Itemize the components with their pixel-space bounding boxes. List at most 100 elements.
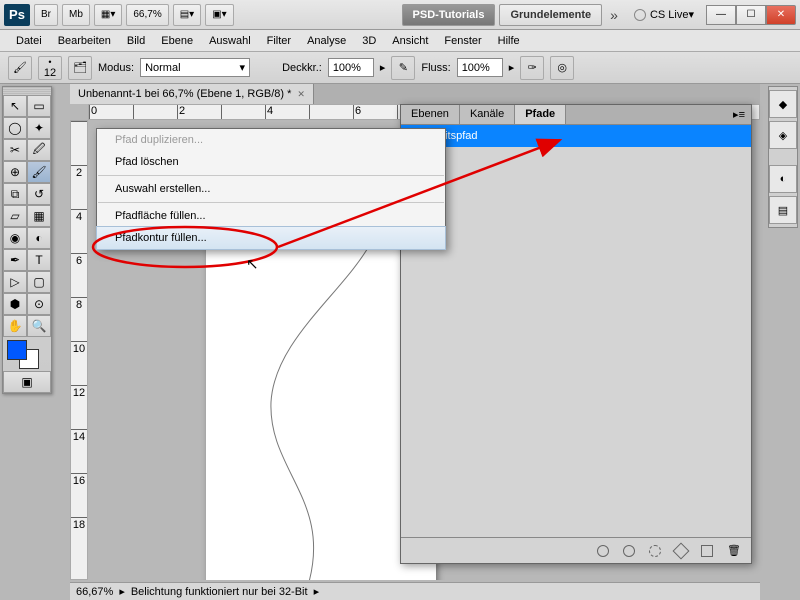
- fg-color-swatch[interactable]: [7, 340, 27, 360]
- menu-fill-path[interactable]: Pfadfläche füllen...: [97, 205, 445, 227]
- wand-tool[interactable]: ✦: [27, 117, 51, 139]
- menu-ebene[interactable]: Ebene: [153, 32, 201, 50]
- move-tool[interactable]: ↖: [3, 95, 27, 117]
- status-bar: 66,67% ▸ Belichtung funktioniert nur bei…: [70, 582, 760, 600]
- document-tab[interactable]: Unbenannt-1 bei 66,7% (Ebene 1, RGB/8) *…: [70, 84, 314, 104]
- path-select-tool[interactable]: ▷: [3, 271, 27, 293]
- stroke-path-icon[interactable]: [623, 545, 635, 557]
- selection-to-path-icon[interactable]: [673, 542, 690, 559]
- quickmask-button[interactable]: ▣: [3, 371, 51, 393]
- delete-path-icon[interactable]: 🗑: [727, 544, 741, 557]
- menu-ansicht[interactable]: Ansicht: [384, 32, 436, 50]
- adjustments-panel-icon[interactable]: ◐: [769, 165, 797, 193]
- panel-menu-icon[interactable]: ▸≡: [727, 105, 751, 124]
- window-controls: — ☐ ✕: [706, 5, 796, 25]
- opacity-arrow-icon[interactable]: ▸: [380, 61, 386, 74]
- brushes-panel-button[interactable]: 🗂: [68, 56, 92, 80]
- workspace-more-icon[interactable]: »: [610, 7, 618, 23]
- tool-preset-icon[interactable]: 🖌: [8, 56, 32, 80]
- pressure-opacity-button[interactable]: ✎: [391, 56, 415, 80]
- stamp-tool[interactable]: ⧉: [3, 183, 27, 205]
- menu-analyse[interactable]: Analyse: [299, 32, 354, 50]
- blur-tool[interactable]: ◉: [3, 227, 27, 249]
- menu-make-selection[interactable]: Auswahl erstellen...: [97, 178, 445, 200]
- 3d-tool[interactable]: ⬢: [3, 293, 27, 315]
- brush-tool[interactable]: 🖌: [27, 161, 51, 183]
- flow-input[interactable]: 100%: [457, 58, 503, 77]
- close-tab-icon[interactable]: ✕: [297, 89, 305, 100]
- menu-bearbeiten[interactable]: Bearbeiten: [50, 32, 119, 50]
- heal-tool[interactable]: ⊕: [3, 161, 27, 183]
- maximize-button[interactable]: ☐: [736, 5, 766, 25]
- view-extras-button[interactable]: ▣▾: [205, 4, 233, 26]
- crop-tool[interactable]: ✂: [3, 139, 27, 161]
- eyedropper-tool[interactable]: 🖉: [27, 139, 51, 161]
- menu-fenster[interactable]: Fenster: [436, 32, 489, 50]
- camera-tool[interactable]: ⊙: [27, 293, 51, 315]
- menu-3d[interactable]: 3D: [354, 32, 384, 50]
- menubar: Datei Bearbeiten Bild Ebene Auswahl Filt…: [0, 30, 800, 52]
- paths-list[interactable]: eitspfad: [401, 125, 751, 529]
- menu-filter[interactable]: Filter: [259, 32, 299, 50]
- zoom-display[interactable]: 66,7%: [126, 4, 168, 26]
- color-swatches[interactable]: [3, 337, 51, 371]
- menu-duplicate-path: Pfad duplizieren...: [97, 129, 445, 151]
- history-brush-tool[interactable]: ↺: [27, 183, 51, 205]
- workspace-grundelemente[interactable]: Grundelemente: [499, 4, 602, 26]
- workspace-psd-tutorials[interactable]: PSD-Tutorials: [402, 4, 496, 26]
- arrange-button[interactable]: ▤▾: [173, 4, 201, 26]
- titlebar: Ps Br Mb ▦▾ 66,7% ▤▾ ▣▾ PSD-Tutorials Gr…: [0, 0, 800, 30]
- status-zoom[interactable]: 66,67%: [76, 586, 113, 598]
- brush-preview-icon[interactable]: •12: [38, 56, 62, 80]
- screen-mode-button[interactable]: ▦▾: [94, 4, 122, 26]
- opacity-input[interactable]: 100%: [328, 58, 374, 77]
- flow-label: Fluss:: [421, 62, 450, 74]
- blend-mode-value: Normal: [145, 62, 180, 74]
- airbrush-button[interactable]: ✑: [520, 56, 544, 80]
- cslive-icon: [634, 9, 646, 21]
- fill-path-icon[interactable]: [597, 545, 609, 557]
- tab-pfade[interactable]: Pfade: [515, 105, 566, 124]
- zoom-tool[interactable]: 🔍: [27, 315, 51, 337]
- modus-label: Modus:: [98, 62, 134, 74]
- minimize-button[interactable]: —: [706, 5, 736, 25]
- toolbox: ↖▭ ◯✦ ✂🖉 ⊕🖌 ⧉↺ ▱▦ ◉◐ ✒T ▷▢ ⬢⊙ ✋🔍 ▣: [2, 86, 52, 394]
- cslive-button[interactable]: CS Live ▾: [634, 8, 694, 21]
- status-message: Belichtung funktioniert nur bei 32-Bit: [131, 586, 308, 598]
- layers-panel-icon[interactable]: ▤: [769, 196, 797, 224]
- tab-kanaele[interactable]: Kanäle: [460, 105, 515, 124]
- minibridge-button[interactable]: Mb: [62, 4, 90, 26]
- type-tool[interactable]: T: [27, 249, 51, 271]
- swatches-panel-icon[interactable]: ◈: [769, 121, 797, 149]
- menu-hilfe[interactable]: Hilfe: [490, 32, 528, 50]
- context-menu: Pfad duplizieren... Pfad löschen Auswahl…: [96, 128, 446, 250]
- toolbox-handle[interactable]: [3, 87, 51, 95]
- cslive-label: CS Live: [650, 9, 689, 21]
- gradient-tool[interactable]: ▦: [27, 205, 51, 227]
- menu-stroke-path[interactable]: Pfadkontur füllen...: [96, 226, 446, 250]
- flow-arrow-icon[interactable]: ▸: [509, 61, 515, 74]
- menu-delete-path[interactable]: Pfad löschen: [97, 151, 445, 173]
- panel-tabs: Ebenen Kanäle Pfade ▸≡: [401, 105, 751, 125]
- lasso-tool[interactable]: ◯: [3, 117, 27, 139]
- app-logo: Ps: [4, 4, 30, 26]
- pen-tool[interactable]: ✒: [3, 249, 27, 271]
- menu-datei[interactable]: Datei: [8, 32, 50, 50]
- color-panel-icon[interactable]: ◆: [769, 90, 797, 118]
- path-item[interactable]: eitspfad: [401, 125, 751, 147]
- tab-ebenen[interactable]: Ebenen: [401, 105, 460, 124]
- menu-bild[interactable]: Bild: [119, 32, 153, 50]
- marquee-tool[interactable]: ▭: [27, 95, 51, 117]
- eraser-tool[interactable]: ▱: [3, 205, 27, 227]
- path-to-selection-icon[interactable]: [649, 545, 661, 557]
- dodge-tool[interactable]: ◐: [27, 227, 51, 249]
- close-button[interactable]: ✕: [766, 5, 796, 25]
- hand-tool[interactable]: ✋: [3, 315, 27, 337]
- menu-auswahl[interactable]: Auswahl: [201, 32, 259, 50]
- shape-tool[interactable]: ▢: [27, 271, 51, 293]
- blend-mode-select[interactable]: Normal▾: [140, 58, 250, 77]
- bridge-button[interactable]: Br: [34, 4, 58, 26]
- ruler-vertical: 24681012141618: [70, 120, 88, 580]
- pressure-size-button[interactable]: ◎: [550, 56, 574, 80]
- new-path-icon[interactable]: [701, 545, 713, 557]
